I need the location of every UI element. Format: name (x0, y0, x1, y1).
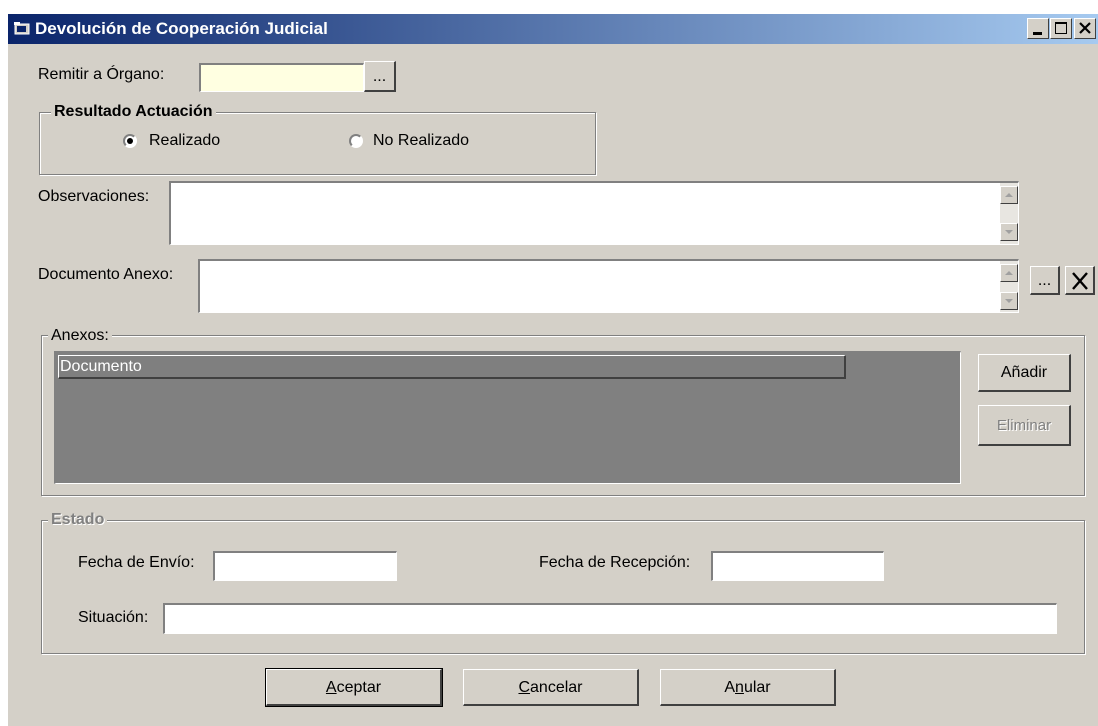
fecha-envio-label: Fecha de Envío: (78, 554, 195, 571)
anular-mnemonic: n (735, 679, 744, 696)
ellipsis-icon: ... (1037, 272, 1052, 289)
window-title: Devolución de Cooperación Judicial (35, 19, 328, 38)
fecha-envio-field[interactable] (213, 551, 397, 581)
estado-legend: Estado (48, 511, 108, 529)
scroll-up-button[interactable] (1000, 186, 1018, 204)
app-icon (14, 22, 30, 35)
documento-anexo-scrollbar[interactable] (1000, 261, 1018, 312)
close-button[interactable] (1074, 18, 1096, 39)
observaciones-scrollbar[interactable] (1000, 183, 1018, 244)
documento-browse-button[interactable]: ... (1030, 266, 1060, 295)
scroll-down-button[interactable] (1000, 223, 1018, 241)
cancelar-label: Cancelar (518, 679, 582, 696)
situacion-field[interactable] (163, 603, 1057, 634)
column-header-documento[interactable]: Documento (58, 355, 846, 379)
add-button-label: Añadir (1000, 364, 1048, 381)
scroll-up-button[interactable] (1000, 264, 1018, 282)
aceptar-mnemonic: A (325, 679, 337, 696)
maximize-icon (1055, 22, 1067, 34)
remitir-label: Remitir a Órgano: (38, 66, 165, 83)
cancelar-button[interactable]: Cancelar (463, 669, 639, 706)
close-icon (1079, 22, 1091, 34)
maximize-button[interactable] (1050, 18, 1072, 39)
minimize-icon (1033, 32, 1042, 35)
arrow-up-icon (1005, 193, 1013, 197)
aceptar-label: Aceptar (326, 679, 381, 696)
resultado-legend: Resultado Actuación (51, 103, 216, 121)
column-header-label: Documento (60, 358, 142, 375)
situacion-label: Situación: (78, 609, 149, 626)
anular-prefix: A (724, 679, 736, 696)
close-icon (1072, 272, 1088, 290)
documento-clear-button[interactable]: X (1065, 266, 1095, 295)
remove-button[interactable]: Eliminar (978, 405, 1071, 446)
anular-button[interactable]: Anular (660, 669, 836, 706)
anular-label: Anular (724, 679, 770, 696)
arrow-up-icon (1005, 271, 1013, 275)
fecha-recepcion-label: Fecha de Recepción: (539, 554, 691, 571)
aceptar-rest: ceptar (336, 679, 382, 696)
documento-anexo-label: Documento Anexo: (38, 266, 174, 283)
scroll-down-button[interactable] (1000, 292, 1018, 310)
cancelar-rest: ancelar (530, 679, 583, 696)
minimize-button[interactable] (1027, 18, 1049, 39)
documento-anexo-field[interactable] (198, 259, 1019, 313)
radio-selected-dot (127, 138, 133, 144)
aceptar-button[interactable]: Aceptar (265, 668, 443, 707)
observaciones-label: Observaciones: (38, 188, 150, 205)
add-button[interactable]: Añadir (978, 354, 1071, 392)
dialog-window: Devolución de Cooperación Judicial Remit… (8, 14, 1098, 726)
ellipsis-icon: ... (372, 68, 387, 85)
radio-no-realizado-label[interactable]: No Realizado (373, 132, 469, 150)
anexos-list[interactable]: Documento (54, 351, 961, 484)
arrow-down-icon (1005, 299, 1013, 303)
radio-realizado-label[interactable]: Realizado (149, 132, 220, 150)
remove-button-label: Eliminar (996, 417, 1052, 434)
fecha-recepcion-field[interactable] (711, 551, 884, 581)
radio-no-realizado[interactable] (349, 134, 363, 148)
remitir-browse-button[interactable]: ... (364, 61, 396, 92)
title-bar[interactable]: Devolución de Cooperación Judicial (8, 14, 1098, 44)
radio-realizado[interactable] (123, 134, 137, 148)
cancelar-mnemonic: C (518, 679, 531, 696)
remitir-field[interactable] (199, 63, 364, 92)
observaciones-textarea[interactable] (169, 181, 1019, 245)
anexos-legend: Anexos: (48, 327, 112, 345)
anular-rest: ular (743, 679, 771, 696)
arrow-down-icon (1005, 230, 1013, 234)
